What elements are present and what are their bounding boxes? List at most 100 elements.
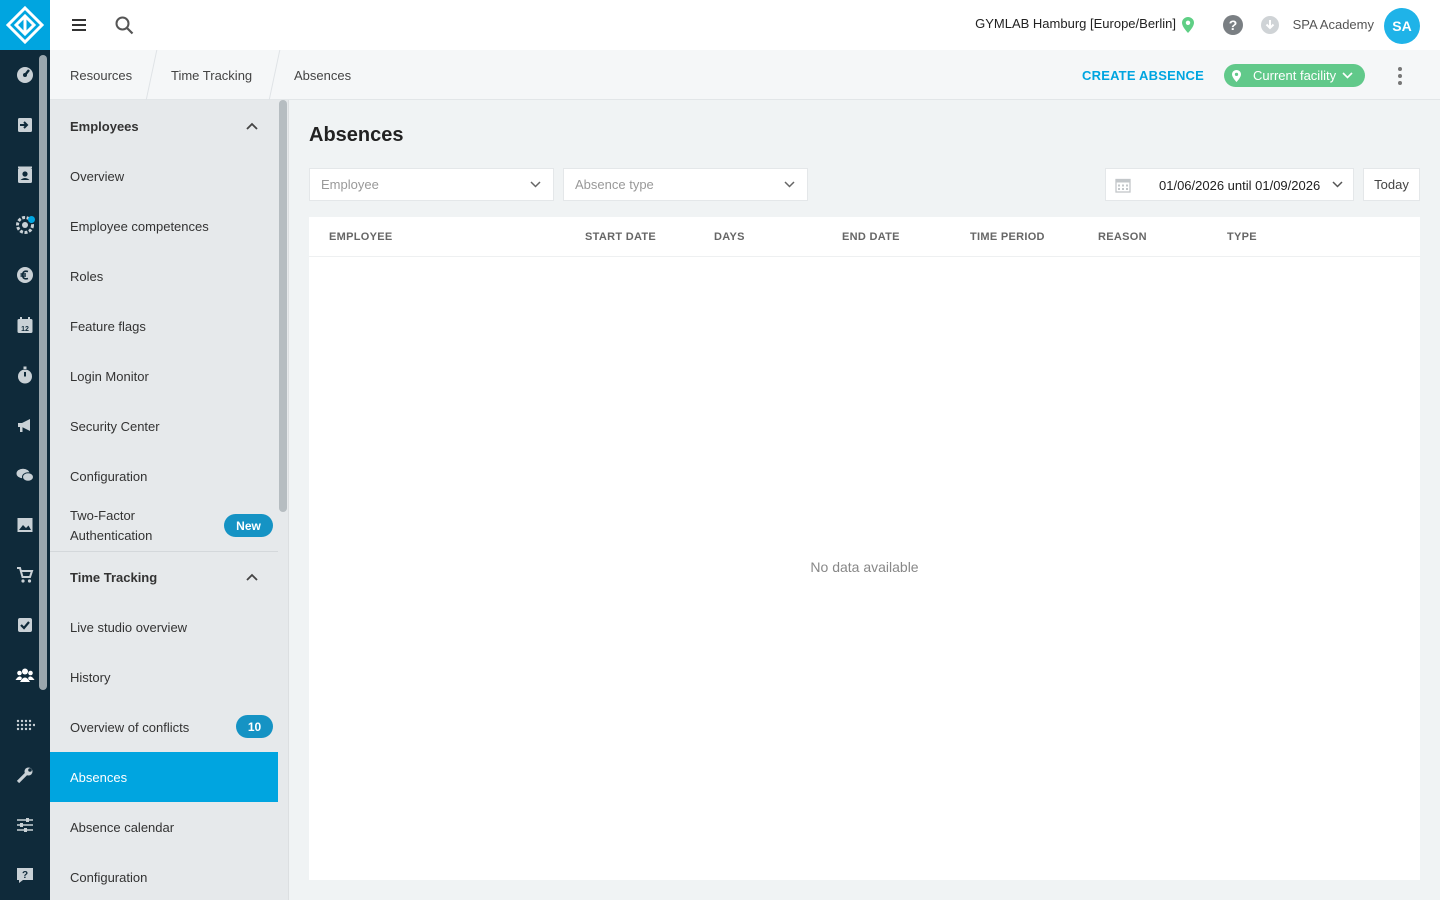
date-range-value: 01/06/2026 until 01/09/2026 [1159,178,1321,193]
rail-media[interactable] [0,500,50,550]
empty-state-message: No data available [810,559,919,575]
rail-finance[interactable] [0,250,50,300]
sidebar-item-label: Configuration [70,869,148,885]
breadcrumb-absences: Absences [294,68,352,83]
avatar[interactable]: SA [1384,8,1420,44]
rail-dashboard[interactable] [0,50,50,100]
column-header-days[interactable]: DAYS [714,231,745,243]
sidebar-item-label: Two-Factor Authentication [70,508,153,543]
sidebar-item-roles[interactable]: Roles [50,251,278,301]
user-name[interactable]: SPA Academy [1293,17,1374,32]
top-bar: GYMLAB Hamburg [Europe/Berlin] ? SPA Aca… [50,0,1440,50]
sidebar-item-label: Roles [70,268,104,284]
checkbox-icon [18,618,32,632]
sidebar-item-configuration[interactable]: Configuration [50,451,278,501]
nav-group-employees[interactable]: Employees [70,119,139,134]
sidebar-item-label: Configuration [70,468,148,484]
dots-grid-icon [16,719,35,731]
kebab-dot [1398,67,1402,71]
chevron-up-icon[interactable] [246,122,258,130]
sidebar-item-label: Login Monitor [70,368,149,384]
rail-calendar[interactable]: 12 [0,300,50,350]
employee-filter-select[interactable]: Employee [309,168,554,201]
dashboard-icon [17,67,33,83]
svg-text:?: ? [22,870,28,881]
contacts-icon [18,166,32,183]
stopwatch-icon [18,366,32,384]
column-header-reason[interactable]: REASON [1098,231,1147,243]
rail-apps[interactable] [0,700,50,750]
euro-icon [17,267,33,283]
help-circle-icon[interactable]: ? [1222,14,1244,36]
today-button[interactable]: Today [1363,168,1420,201]
sidebar-item-label: Overview [70,168,125,184]
employee-filter-placeholder: Employee [321,177,379,192]
chevron-down-icon [530,181,541,188]
column-header-time-period[interactable]: TIME PERIOD [970,231,1045,243]
date-range-picker[interactable]: 01/06/2026 until 01/09/2026 [1105,168,1354,201]
rail-marketing[interactable] [0,400,50,450]
column-header-type[interactable]: TYPE [1227,231,1257,243]
rail-checkin[interactable] [0,100,50,150]
chat-icon [16,468,34,482]
rail-stopwatch[interactable] [0,350,50,400]
menu-button[interactable] [68,14,90,36]
sidebar-item-security-center[interactable]: Security Center [50,401,278,451]
hamburger-icon [72,19,86,31]
rail-tools[interactable] [0,750,50,800]
sidebar-item-time-tracking-configuration[interactable]: Configuration [50,852,278,900]
help-icon: ? [17,868,33,883]
nav-group-time-tracking[interactable]: Time Tracking [70,570,157,585]
sidebar-item-history[interactable]: History [50,652,278,702]
people-icon [15,668,35,682]
rail-shop[interactable] [0,550,50,600]
location-pin-icon [1232,69,1241,82]
search-button[interactable] [112,13,136,37]
absence-type-filter-select[interactable]: Absence type [563,168,808,201]
column-header-end-date[interactable]: END DATE [842,231,900,243]
chevron-down-icon [784,181,795,188]
nav-divider [50,551,278,552]
sidebar-item-label: Live studio overview [70,619,188,635]
sidebar-item-two-factor[interactable]: Two-Factor Authentication New [50,501,278,551]
app-logo[interactable] [0,0,50,50]
sidebar-item-login-monitor[interactable]: Login Monitor [50,351,278,401]
chevron-up-icon[interactable] [246,573,258,581]
sidebar-item-label: Absence calendar [70,819,175,835]
breadcrumb-bar: Resources Time Tracking Absences CREATE … [50,50,1440,100]
breadcrumb-separator [145,50,158,100]
download-icon[interactable] [1260,15,1280,35]
sidebar-item-absence-calendar[interactable]: Absence calendar [50,802,278,852]
rail-help[interactable]: ? [0,850,50,900]
sidebar-item-feature-flags[interactable]: Feature flags [50,301,278,351]
rail-preferences[interactable] [0,800,50,850]
rail-people[interactable] [0,650,50,700]
sidebar-item-absences[interactable]: Absences [50,752,278,802]
facility-name[interactable]: GYMLAB Hamburg [Europe/Berlin] [975,16,1176,31]
current-facility-label: Current facility [1253,68,1337,83]
kebab-dot [1398,81,1402,85]
cart-icon [17,567,34,583]
sidenav-scrollbar[interactable] [279,100,287,512]
rail-settings[interactable] [0,200,50,250]
absences-table: EMPLOYEE START DATE DAYS END DATE TIME P… [309,217,1420,880]
breadcrumb-time-tracking[interactable]: Time Tracking [171,68,252,83]
rail-chat[interactable] [0,450,50,500]
column-header-start-date[interactable]: START DATE [585,231,656,243]
rail-tasks[interactable] [0,600,50,650]
sidebar-item-label: History [70,669,111,685]
search-icon [115,16,133,34]
more-options-button[interactable] [1394,66,1406,86]
side-navigation: Employees Overview Employee competences … [50,100,289,900]
create-absence-button[interactable]: CREATE ABSENCE [1082,68,1204,83]
rail-contacts[interactable] [0,150,50,200]
sidebar-item-employee-competences[interactable]: Employee competences [50,201,278,251]
sidebar-item-overview[interactable]: Overview [50,151,278,201]
sidebar-item-live-studio-overview[interactable]: Live studio overview [50,602,278,652]
sidebar-item-overview-of-conflicts[interactable]: Overview of conflicts 10 [50,702,278,752]
notification-dot [28,216,35,223]
current-facility-dropdown[interactable]: Current facility [1224,64,1365,87]
breadcrumb-resources[interactable]: Resources [70,68,132,83]
column-header-employee[interactable]: EMPLOYEE [329,231,393,243]
sidebar-item-label: Employee competences [70,218,209,234]
